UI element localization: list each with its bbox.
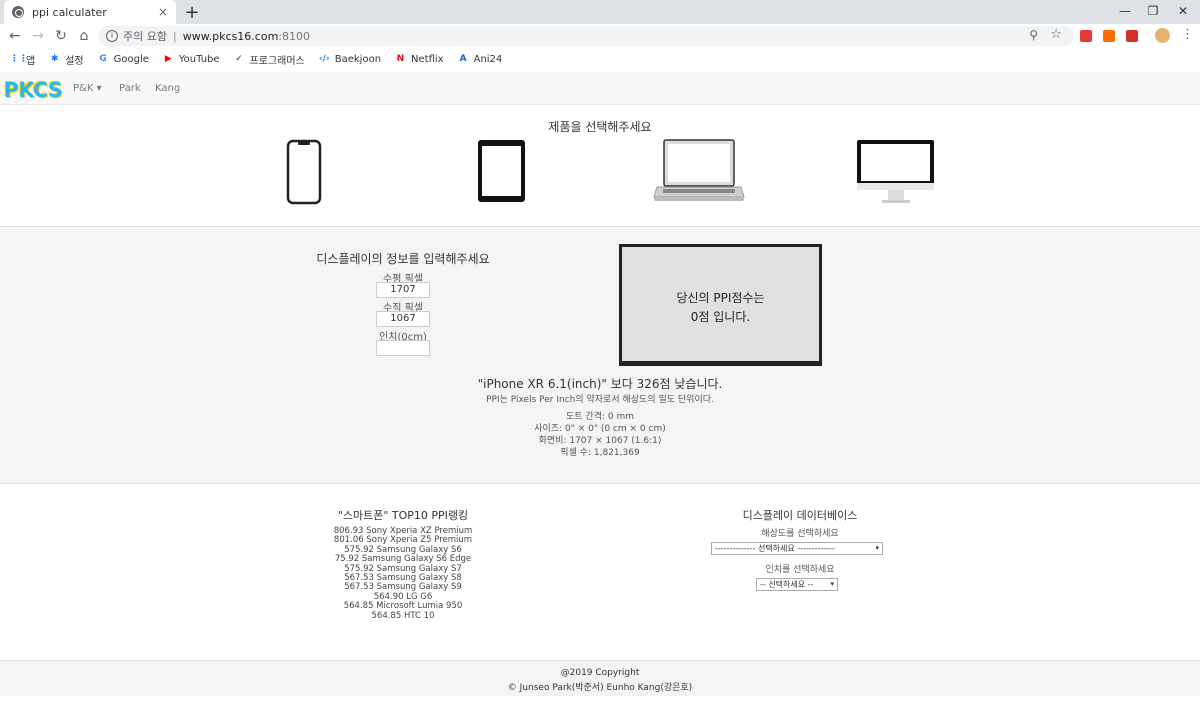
browser-toolbar: ← → ↻ ⌂ i 주의 요함 | www.pkcs16.com:8100 ⚲ …	[0, 24, 1200, 48]
smartphone-icon[interactable]	[286, 139, 322, 205]
restore-button[interactable]: ❐	[1136, 0, 1170, 24]
resolution-label: 해상도를 선택하세요	[761, 529, 839, 539]
ranking-item: 564.85 HTC 10	[371, 610, 435, 621]
comparison-text: "iPhone XR 6.1(inch)" 보다 326점 낮습니다.	[477, 377, 723, 391]
form-title: 디스플레이의 정보를 입력해주세요	[316, 252, 490, 266]
browser-tabstrip: ppi calculater × + — ❐ ✕	[0, 0, 1200, 24]
bookmark-label: Netflix	[411, 53, 444, 65]
tablet-icon[interactable]	[477, 139, 527, 203]
bookmark-item[interactable]: G Google	[98, 53, 149, 65]
bookmark-label: Baekjoon	[334, 53, 382, 65]
back-button[interactable]: ←	[6, 27, 24, 45]
nav-pk-dropdown[interactable]: P&K ▾	[73, 83, 102, 94]
resolution-select-value: -------------- 선택하세요 -------------	[715, 544, 835, 553]
product-title: 제품을 선택해주세요	[548, 120, 652, 134]
forward-button[interactable]: →	[29, 27, 47, 45]
inch-select[interactable]: -- 선택하세요 -- ▾	[756, 578, 838, 591]
extension-1-icon[interactable]	[1080, 30, 1092, 42]
bookmark-label: YouTube	[178, 53, 220, 65]
resolution-select[interactable]: -------------- 선택하세요 ------------- ▾	[711, 542, 883, 555]
profile-avatar[interactable]	[1155, 28, 1170, 43]
copyright-year: @2019 Copyright	[560, 668, 640, 678]
calculator-section: 디스플레이의 정보를 입력해주세요 수평 픽셀 1707 수직 픽셀 1067 …	[0, 226, 1200, 484]
ani24-icon: A	[459, 53, 467, 64]
inch-input[interactable]	[376, 340, 430, 356]
inch-select-label: 인치를 선택하세요	[765, 565, 835, 575]
site-logo[interactable]: PKCS	[4, 78, 63, 102]
bookmark-item[interactable]: ‹/› Baekjoon	[319, 54, 381, 65]
browser-tab[interactable]: ppi calculater ×	[4, 0, 176, 24]
chevron-down-icon: ▾	[830, 580, 834, 588]
google-icon: G	[99, 53, 107, 64]
address-port: :8100	[278, 29, 311, 43]
extension-2-icon[interactable]	[1103, 30, 1115, 42]
info-icon[interactable]: i	[106, 30, 118, 42]
bookmark-label: Google	[113, 53, 149, 65]
bookmark-item[interactable]: ▶ YouTube	[163, 54, 220, 65]
address-bar[interactable]: i 주의 요함 | www.pkcs16.com:8100 ⚲ ☆	[98, 26, 1074, 46]
youtube-icon: ▶	[164, 53, 172, 64]
tab-close-icon[interactable]: ×	[158, 5, 168, 19]
chevron-down-icon: ▾	[875, 544, 879, 552]
product-section: 제품을 선택해주세요	[0, 106, 1200, 226]
ppi-result-display: 당신의 PPI점수는 0점 입니다.	[619, 244, 822, 366]
bookmark-item[interactable]: ✱ 설정	[49, 52, 84, 67]
desktop-monitor-icon[interactable]	[856, 139, 936, 205]
address-separator: |	[172, 29, 177, 43]
new-tab-button[interactable]: +	[182, 2, 202, 23]
bookmark-item[interactable]: A Ani24	[458, 54, 503, 65]
inch-select-value: -- 선택하세요 --	[760, 580, 814, 589]
globe-icon	[12, 6, 24, 18]
nav-park[interactable]: Park	[119, 83, 141, 94]
tab-title: ppi calculater	[32, 5, 107, 19]
programmers-icon: ✓	[235, 53, 243, 64]
bookmark-item[interactable]: ⋮⋮ 앱	[10, 52, 35, 67]
zoom-icon[interactable]: ⚲	[1029, 28, 1038, 42]
laptop-icon[interactable]	[653, 139, 745, 205]
bookmark-label: Ani24	[473, 53, 503, 65]
security-warning: 주의 요함	[123, 30, 167, 43]
apps-icon: ⋮⋮	[10, 53, 28, 64]
bookmark-item[interactable]: N Netflix	[395, 54, 444, 65]
bookmark-label: 앱	[26, 55, 36, 67]
reload-button[interactable]: ↻	[52, 27, 70, 45]
site-navbar: PKCS P&K ▾ Park Kang	[0, 72, 1200, 105]
ppi-result-line1: 당신의 PPI점수는	[676, 291, 765, 305]
horizontal-pixel-input[interactable]: 1707	[376, 282, 430, 298]
ranking-database-section: "스마트폰" TOP10 PPI랭킹 806.93 Sony Xperia XZ…	[0, 485, 1200, 660]
extension-3-icon[interactable]	[1126, 30, 1138, 42]
database-title: 디스플레이 데이터베이스	[742, 509, 858, 522]
bookmark-star-icon[interactable]: ☆	[1050, 27, 1062, 42]
copyright-authors: © Junseo Park(박준서) Eunho Kang(강은호)	[507, 683, 693, 693]
footer: @2019 Copyright © Junseo Park(박준서) Eunho…	[0, 660, 1200, 696]
ppi-definition: PPI는 Pixels Per Inch의 약자로서 해상도의 밀도 단위이다.	[486, 395, 714, 405]
address-host: www.pkcs16.com	[182, 29, 279, 43]
menu-icon[interactable]: ⋮	[1181, 27, 1194, 42]
gear-icon: ✱	[50, 53, 59, 64]
bookmarks-bar: ⋮⋮ 앱 ✱ 설정 G Google ▶ YouTube ✓ 프로그래머스 ‹/› Baekjoon N…	[0, 48, 1200, 70]
pixel-count: 픽셀 수: 1,821,369	[560, 448, 640, 458]
code-icon: ‹/›	[318, 53, 330, 64]
bookmark-label: 프로그래머스	[249, 55, 305, 67]
close-window-button[interactable]: ✕	[1166, 0, 1200, 24]
home-button[interactable]: ⌂	[75, 27, 93, 45]
ppi-result-line2: 0점 입니다.	[690, 310, 751, 324]
vertical-pixel-input[interactable]: 1067	[376, 311, 430, 327]
bookmark-item[interactable]: ✓ 프로그래머스	[234, 52, 305, 67]
ranking-title: "스마트폰" TOP10 PPI랭킹	[337, 509, 469, 522]
bookmark-label: 설정	[65, 55, 84, 67]
netflix-icon: N	[396, 53, 405, 64]
nav-kang[interactable]: Kang	[155, 83, 180, 94]
